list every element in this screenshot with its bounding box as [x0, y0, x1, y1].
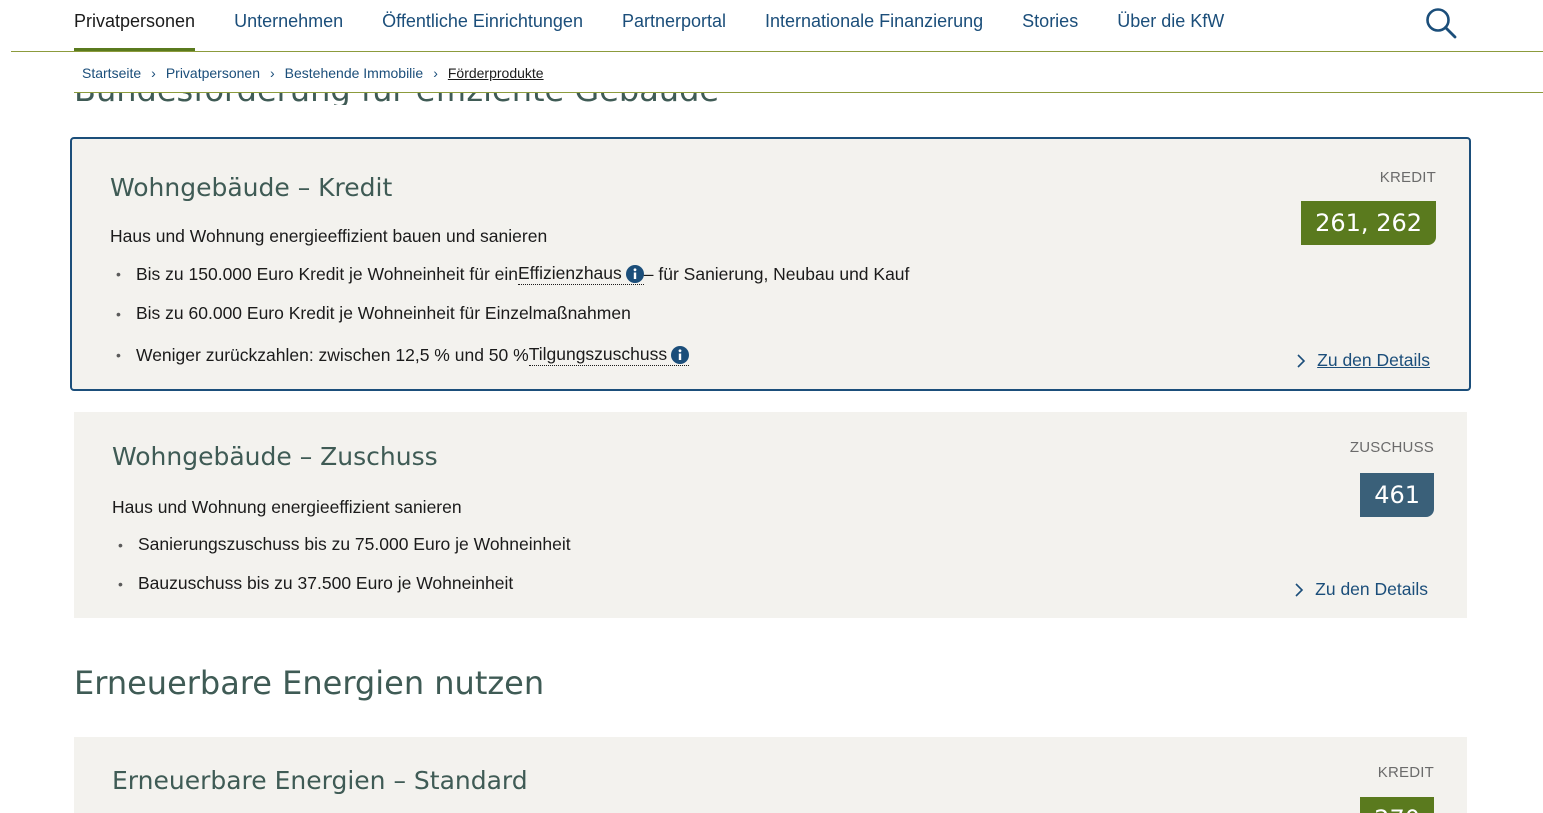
product-number-badge: 461: [1360, 473, 1434, 517]
chevron-right-icon: ›: [269, 65, 275, 81]
search-icon[interactable]: [1424, 6, 1458, 40]
breadcrumb-foerderprodukte[interactable]: Förderprodukte: [448, 65, 544, 81]
chevron-right-icon: [1295, 582, 1304, 597]
card-subtitle: Haus und Wohnung energieeffizient bauen …: [110, 226, 548, 246]
list-item: • Bis zu 150.000 Euro Kredit je Wohneinh…: [116, 263, 910, 285]
list-item: • Weniger zurückzahlen: zwischen 12,5 % …: [116, 344, 690, 366]
details-link[interactable]: Zu den Details: [1295, 350, 1430, 371]
list-item: • Sanierungszuschuss bis zu 75.000 Euro …: [118, 534, 571, 554]
nav-item-privatpersonen[interactable]: Privatpersonen: [74, 0, 196, 51]
breadcrumb-bestehende-immobilie[interactable]: Bestehende Immobilie: [285, 65, 424, 81]
breadcrumb-startseite[interactable]: Startseite: [82, 65, 141, 81]
card-title[interactable]: Wohngebäude – Kredit: [110, 173, 392, 202]
product-number-badge: 261, 262: [1301, 201, 1436, 245]
breadcrumb-divider: [74, 92, 1543, 93]
section-heading-partial: Bundesförderung für effiziente Gebäude: [74, 93, 774, 105]
list-item: • Bauzuschuss bis zu 37.500 Euro je Wohn…: [118, 573, 514, 593]
card-title[interactable]: Wohngebäude – Zuschuss: [112, 442, 438, 471]
section-heading: Erneuerbare Energien nutzen: [74, 664, 545, 702]
nav-item-internationale-finanzierung[interactable]: Internationale Finanzierung: [765, 0, 983, 51]
chevron-right-icon: [1297, 353, 1306, 368]
product-card-wohngebaeude-kredit[interactable]: Wohngebäude – Kredit KREDIT 261, 262 Hau…: [70, 137, 1471, 391]
card-title[interactable]: Erneuerbare Energien – Standard: [112, 766, 528, 795]
product-card-wohngebaeude-zuschuss[interactable]: Wohngebäude – Zuschuss ZUSCHUSS 461 Haus…: [74, 412, 1467, 618]
details-link[interactable]: Zu den Details: [1293, 579, 1428, 600]
nav-item-oeffentliche-einrichtungen[interactable]: Öffentliche Einrichtungen: [382, 0, 583, 51]
breadcrumb: Startseite › Privatpersonen › Bestehende…: [82, 64, 544, 82]
breadcrumb-privatpersonen[interactable]: Privatpersonen: [166, 65, 260, 81]
nav-item-unternehmen[interactable]: Unternehmen: [234, 0, 343, 51]
chevron-right-icon: ›: [151, 65, 156, 81]
product-type-label: KREDIT: [1377, 764, 1434, 781]
top-navigation: Privatpersonen Unternehmen Öffentliche E…: [0, 0, 1543, 52]
card-subtitle: Haus und Wohnung energieeffizient sanier…: [112, 497, 462, 517]
main-nav: Privatpersonen Unternehmen Öffentliche E…: [74, 0, 1263, 51]
chevron-right-icon: ›: [433, 65, 438, 81]
nav-item-stories[interactable]: Stories: [1022, 0, 1078, 51]
info-icon[interactable]: [671, 346, 690, 365]
effizienzhaus-tooltip-link[interactable]: Effizienzhaus: [518, 263, 644, 285]
list-item: • Bis zu 60.000 Euro Kredit je Wohneinhe…: [116, 303, 631, 323]
product-card-erneuerbare-energien-standard[interactable]: Erneuerbare Energien – Standard KREDIT 2…: [74, 737, 1467, 813]
product-type-label: KREDIT: [1379, 169, 1436, 186]
nav-divider: [11, 51, 1543, 52]
product-number-badge: 270: [1360, 797, 1434, 813]
nav-item-ueber-die-kfw[interactable]: Über die KfW: [1117, 0, 1224, 51]
tilgungszuschuss-tooltip-link[interactable]: Tilgungszuschuss: [528, 344, 690, 366]
product-type-label: ZUSCHUSS: [1349, 439, 1434, 456]
nav-item-partnerportal[interactable]: Partnerportal: [622, 0, 726, 51]
info-icon[interactable]: [625, 265, 644, 284]
